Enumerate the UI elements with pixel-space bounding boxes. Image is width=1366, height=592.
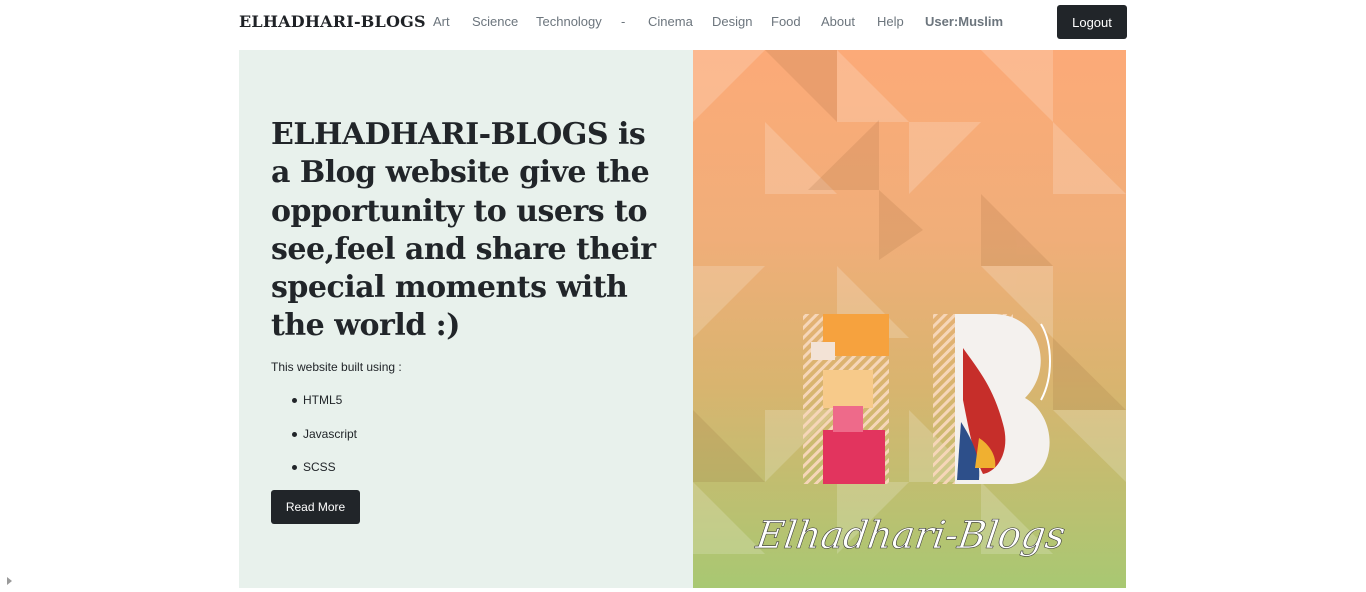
nav-link-design[interactable]: Design xyxy=(712,14,752,29)
nav-link-technology[interactable]: Technology xyxy=(536,14,602,29)
read-more-button[interactable]: Read More xyxy=(271,490,360,524)
logout-button[interactable]: Logout xyxy=(1057,5,1127,39)
tech-item-html5: HTML5 xyxy=(271,390,357,424)
current-user-label: User:Muslim xyxy=(925,14,1004,29)
nav-link-art[interactable]: Art xyxy=(433,14,450,29)
tech-list: HTML5 Javascript SCSS xyxy=(271,390,357,491)
top-navbar: ELHADHARI-BLOGS Art Science Technology -… xyxy=(239,0,1127,44)
built-using-label: This website built using : xyxy=(271,360,402,374)
hero-intro-panel: ELHADHARI-BLOGS is a Blog website give t… xyxy=(239,50,693,588)
collapse-toggle-icon[interactable] xyxy=(7,577,12,585)
nav-link-food[interactable]: Food xyxy=(771,14,801,29)
hero-title: ELHADHARI-BLOGS is a Blog website give t… xyxy=(271,117,656,344)
banner-artwork: Elhadhari-Blogs xyxy=(693,50,1126,588)
nav-link-science[interactable]: Science xyxy=(472,14,518,29)
hero-banner-image: Elhadhari-Blogs xyxy=(693,50,1126,588)
tech-item-javascript: Javascript xyxy=(271,424,357,458)
tech-item-scss: SCSS xyxy=(271,457,357,491)
nav-link-cinema[interactable]: Cinema xyxy=(648,14,693,29)
nav-link-separator[interactable]: - xyxy=(621,14,625,29)
nav-link-help[interactable]: Help xyxy=(877,14,904,29)
hero-section: ELHADHARI-BLOGS is a Blog website give t… xyxy=(239,50,1126,588)
banner-logo-text: Elhadhari-Blogs xyxy=(752,514,1067,558)
site-brand[interactable]: ELHADHARI-BLOGS xyxy=(239,12,426,31)
nav-link-about[interactable]: About xyxy=(821,14,855,29)
